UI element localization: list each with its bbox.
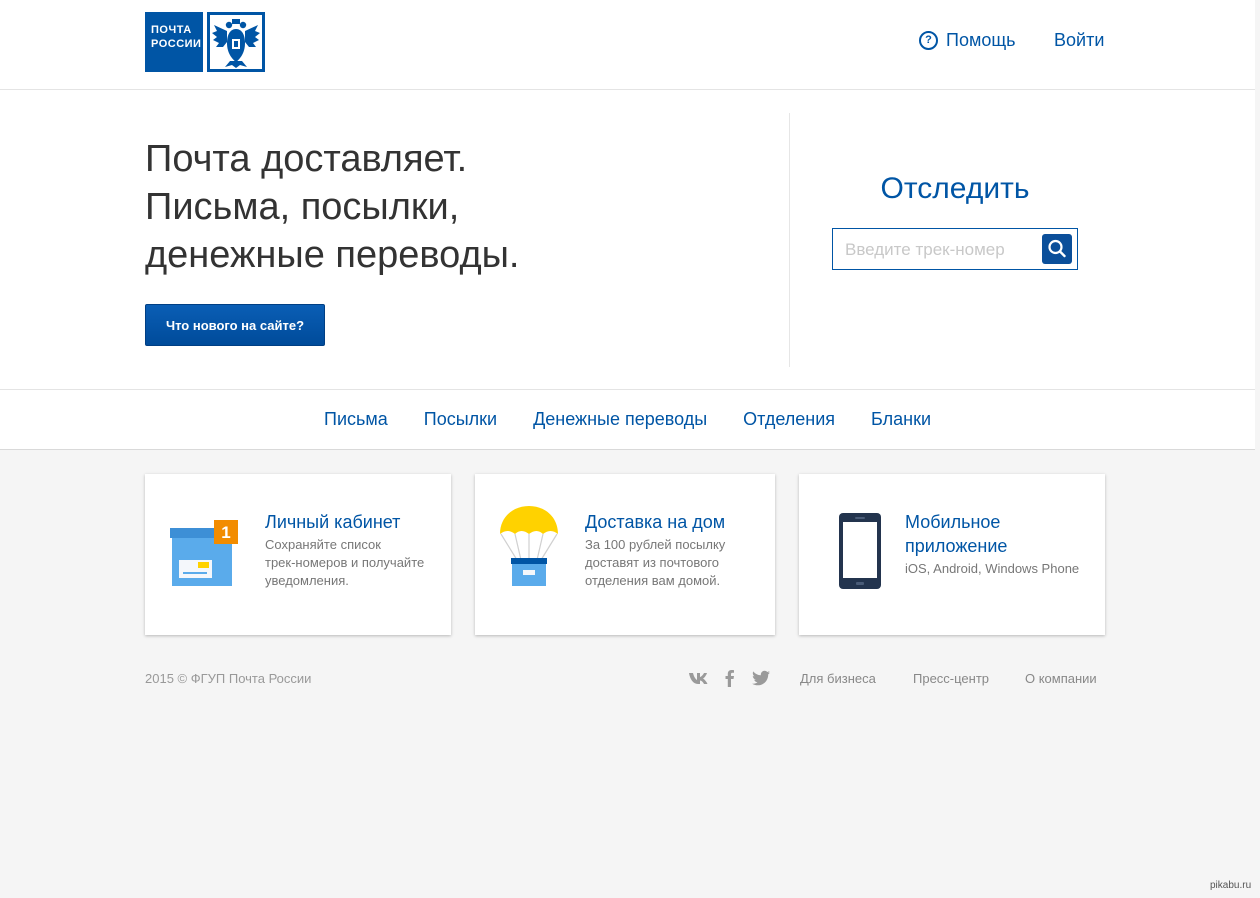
nav-item-letters[interactable]: Письма xyxy=(324,409,388,430)
smartphone-icon xyxy=(839,513,881,589)
nav-item-parcels[interactable]: Посылки xyxy=(424,409,497,430)
logo-wordmark: ПОЧТА РОССИИ xyxy=(145,12,203,72)
personal-account-card[interactable]: 1 Личный кабинет Сохраняйте список трек-… xyxy=(145,474,451,635)
card-description: Сохраняйте список трек-номеров и получай… xyxy=(265,536,424,590)
logo-line-2: РОССИИ xyxy=(151,38,202,50)
help-label: Помощь xyxy=(946,30,1016,50)
parachute-box-icon xyxy=(500,506,558,586)
card-title-line: Мобильное xyxy=(905,512,1001,532)
nav-item-forms[interactable]: Бланки xyxy=(871,409,931,430)
logo-line-1: ПОЧТА xyxy=(151,24,192,36)
card-description: За 100 рублей посылку доставят из почтов… xyxy=(585,536,725,590)
facebook-icon[interactable] xyxy=(720,668,740,688)
card-desc-line: Сохраняйте список xyxy=(265,537,381,552)
copyright: 2015 © ФГУП Почта России xyxy=(145,671,312,686)
nav-item-money-transfers[interactable]: Денежные переводы xyxy=(533,409,707,430)
footer-link-press-center[interactable]: Пресс-центр xyxy=(913,671,989,686)
card-title: Мобильное приложение xyxy=(905,510,1007,558)
help-link[interactable]: ? Помощь xyxy=(919,30,1016,51)
card-title: Доставка на дом xyxy=(585,512,726,532)
nav-item-offices[interactable]: Отделения xyxy=(743,409,835,430)
hero-section: Почта доставляет. Письма, посылки, денеж… xyxy=(0,90,1255,390)
headline-line-3: денежные переводы. xyxy=(145,234,520,276)
home-delivery-card[interactable]: Доставка на дом За 100 рублей посылку до… xyxy=(475,474,775,635)
card-desc-line: отделения вам домой. xyxy=(585,573,721,588)
headline-line-2: Письма, посылки, xyxy=(145,186,460,228)
card-desc-line: За 100 рублей посылку xyxy=(585,537,726,552)
search-icon xyxy=(1048,239,1066,258)
question-circle-icon: ? xyxy=(919,31,938,50)
russian-post-logo[interactable]: ПОЧТА РОССИИ xyxy=(145,12,265,72)
site-header: ПОЧТА РОССИИ ? Помощь Войти xyxy=(0,0,1255,90)
watermark: pikabu.ru xyxy=(1210,880,1252,891)
hero-divider xyxy=(789,113,790,367)
tracking-title: Отследить xyxy=(880,172,1030,205)
footer-link-about[interactable]: О компании xyxy=(1025,671,1097,686)
tracking-form xyxy=(832,228,1078,270)
double-headed-eagle-icon xyxy=(207,12,265,72)
card-desc-line: трек-номеров и получайте xyxy=(265,555,425,570)
box-icon: 1 xyxy=(170,520,238,586)
mobile-app-card[interactable]: Мобильное приложение iOS, Android, Windo… xyxy=(799,474,1105,635)
headline-line-1: Почта доставляет. xyxy=(145,138,468,180)
card-desc-line: доставят из почтового xyxy=(585,555,720,570)
tracking-number-input[interactable] xyxy=(843,237,1037,263)
twitter-icon[interactable] xyxy=(751,668,771,688)
search-button[interactable] xyxy=(1042,234,1072,264)
card-title-line: приложение xyxy=(905,536,1008,556)
footer-link-business[interactable]: Для бизнеса xyxy=(800,671,876,686)
card-description: iOS, Android, Windows Phone xyxy=(905,561,1080,576)
card-desc-line: уведомления. xyxy=(265,573,349,588)
hero-headline: Почта доставляет. Письма, посылки, денеж… xyxy=(145,135,745,279)
login-link[interactable]: Войти xyxy=(1054,30,1104,51)
whats-new-button[interactable]: Что нового на сайте? xyxy=(145,304,325,346)
card-title: Личный кабинет xyxy=(265,512,401,532)
vk-icon[interactable] xyxy=(688,668,708,688)
main-nav: Письма Посылки Денежные переводы Отделен… xyxy=(0,390,1255,450)
notification-badge: 1 xyxy=(221,523,230,542)
